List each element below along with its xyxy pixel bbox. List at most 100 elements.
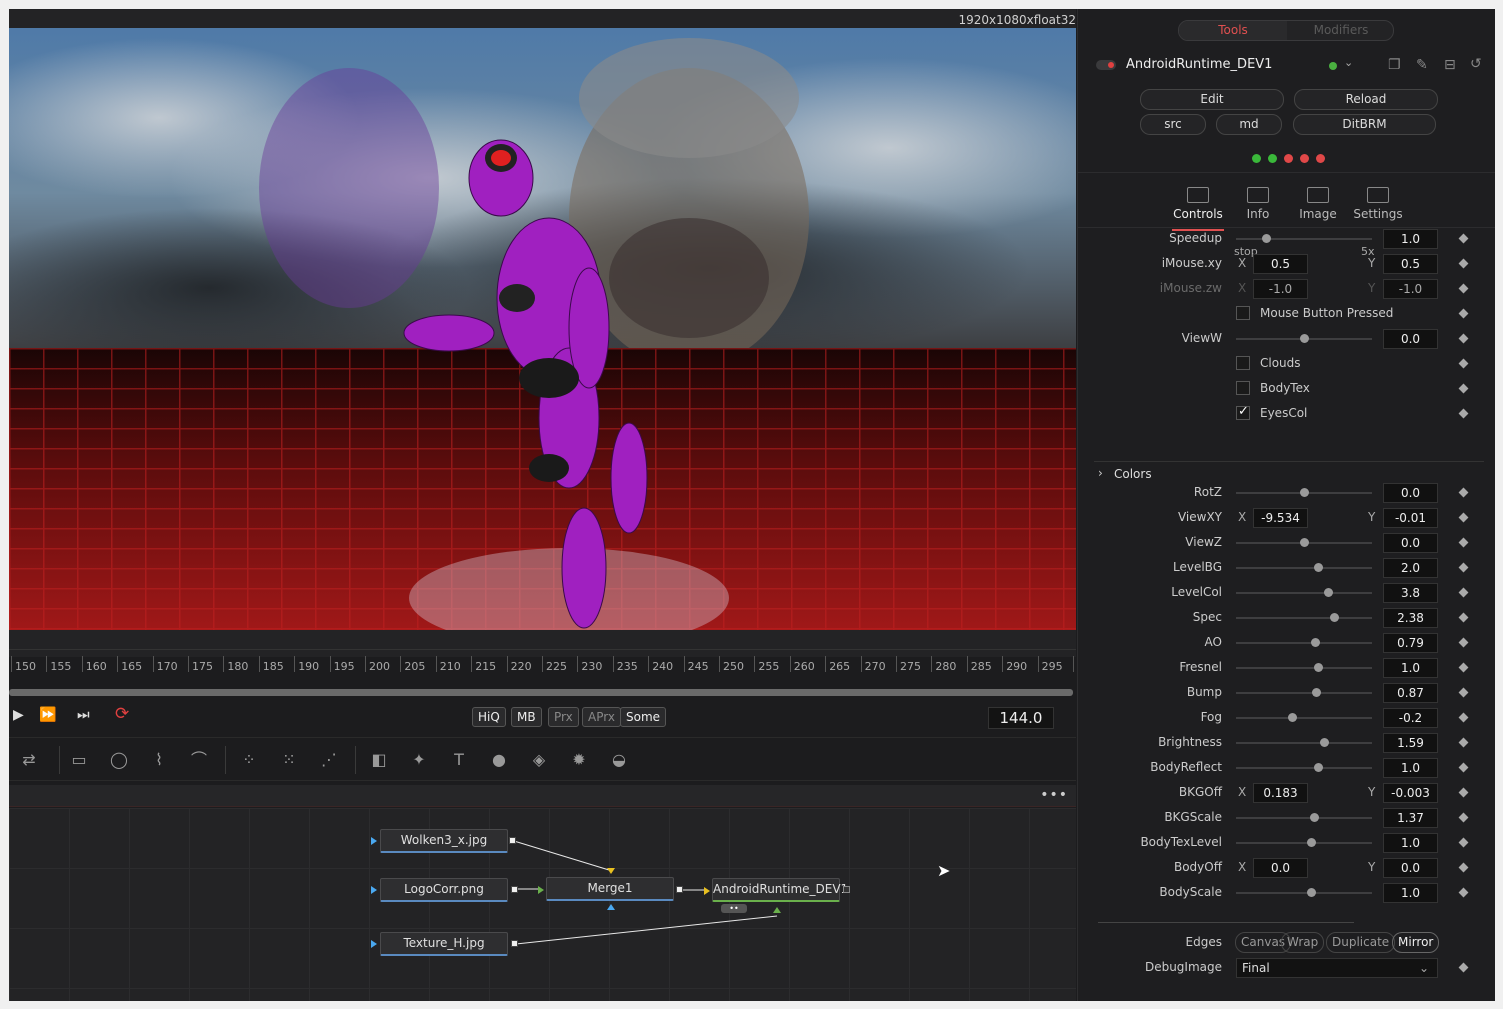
keyframe-icon[interactable]: [1458, 687, 1469, 698]
slider-track[interactable]: [1236, 688, 1372, 697]
slider-track[interactable]: [1236, 563, 1372, 572]
keyframe-icon[interactable]: [1458, 537, 1469, 548]
tool-enable-toggle[interactable]: [1096, 60, 1116, 70]
slider-knob[interactable]: [1300, 334, 1309, 343]
node-androidruntime[interactable]: AndroidRuntime_DEV1: [712, 878, 848, 902]
node-wolken[interactable]: Wolken3_x.jpg: [380, 829, 508, 853]
value-field[interactable]: 2.0: [1383, 558, 1438, 578]
value-field[interactable]: 1.37: [1383, 808, 1438, 828]
polygon-mask-icon[interactable]: ⌇: [149, 750, 169, 770]
y-value-field[interactable]: -0.003: [1383, 783, 1438, 803]
keyframe-icon[interactable]: [1458, 887, 1469, 898]
keyframe-icon[interactable]: [1458, 812, 1469, 823]
tab-tools[interactable]: Tools: [1179, 21, 1287, 40]
bspline-mask-icon[interactable]: ⌒: [189, 750, 209, 770]
y-value-field[interactable]: -1.0: [1383, 279, 1438, 299]
current-frame-field[interactable]: 144.0: [988, 707, 1054, 729]
more-options-icon[interactable]: •••: [1040, 787, 1068, 803]
slider-track[interactable]: [1236, 763, 1372, 772]
slider-track[interactable]: [1236, 888, 1372, 897]
rectangle-mask-icon[interactable]: ▭: [69, 750, 89, 770]
shape3d-icon[interactable]: ●: [489, 750, 509, 770]
edges-duplicate-button[interactable]: Duplicate: [1326, 932, 1396, 953]
keyframe-icon[interactable]: [1458, 487, 1469, 498]
keyframe-icon[interactable]: [1458, 587, 1469, 598]
cube-icon[interactable]: ◈: [529, 750, 549, 770]
value-field[interactable]: 0.87: [1383, 683, 1438, 703]
value-field[interactable]: -0.2: [1383, 708, 1438, 728]
node-merge1[interactable]: Merge1: [546, 877, 674, 901]
keyframe-icon[interactable]: [1458, 962, 1469, 973]
slider-knob[interactable]: [1312, 688, 1322, 697]
renderer3d-icon[interactable]: ◒: [609, 750, 629, 770]
tab-image[interactable]: Image: [1288, 187, 1348, 221]
value-field[interactable]: 1.0: [1383, 758, 1438, 778]
timeline-scrubber[interactable]: [9, 689, 1073, 696]
slider-knob[interactable]: [1329, 613, 1339, 622]
value-field[interactable]: 0.0: [1383, 483, 1438, 503]
merge-background-input[interactable]: [607, 868, 615, 874]
checkbox[interactable]: [1236, 404, 1250, 420]
tab-settings[interactable]: Settings: [1348, 187, 1408, 221]
keyframe-icon[interactable]: [1458, 283, 1469, 294]
slider-track[interactable]: [1236, 738, 1372, 747]
window-icon[interactable]: ❐: [1388, 57, 1401, 73]
keyframe-icon[interactable]: [1458, 308, 1469, 319]
value-field[interactable]: 1.0: [1383, 883, 1438, 903]
runtime-input[interactable]: [704, 887, 710, 895]
edit-button[interactable]: Edit: [1140, 89, 1284, 110]
text3d-icon[interactable]: T: [449, 750, 469, 770]
fast-forward-icon[interactable]: ⏩: [39, 707, 56, 723]
node-texture[interactable]: Texture_H.jpg: [380, 932, 508, 956]
slider-track[interactable]: [1236, 334, 1372, 343]
slider-knob[interactable]: [1309, 813, 1319, 822]
colors-section-header[interactable]: › Colors: [1094, 461, 1484, 483]
slider-track[interactable]: [1236, 488, 1372, 497]
play-icon[interactable]: ▶: [13, 707, 24, 723]
keyframe-icon[interactable]: [1458, 612, 1469, 623]
slider-knob[interactable]: [1306, 838, 1316, 847]
chevron-down-icon[interactable]: ⌄: [1344, 56, 1353, 69]
edges-wrap-button[interactable]: Wrap: [1281, 932, 1325, 953]
merge3d-icon[interactable]: ✦: [409, 750, 429, 770]
slider-knob[interactable]: [1313, 663, 1323, 672]
hiq-button[interactable]: HiQ: [472, 707, 506, 727]
slider-knob[interactable]: [1320, 738, 1330, 747]
node-editor[interactable]: Wolken3_x.jpg LogoCorr.png Merge1 Androi…: [9, 808, 1076, 1001]
slider-track[interactable]: [1236, 234, 1372, 243]
keyframe-icon[interactable]: [1458, 383, 1469, 394]
x-value-field[interactable]: -1.0: [1253, 279, 1308, 299]
md-button[interactable]: md: [1216, 114, 1282, 135]
slider-track[interactable]: [1236, 838, 1372, 847]
x-value-field[interactable]: -9.534: [1253, 508, 1308, 528]
slider-knob[interactable]: [1324, 588, 1334, 597]
value-field[interactable]: 1.59: [1383, 733, 1438, 753]
value-field[interactable]: 3.8: [1383, 583, 1438, 603]
output-port[interactable]: [843, 886, 850, 893]
value-field[interactable]: 0.0: [1383, 533, 1438, 553]
lock-icon[interactable]: ⊟: [1444, 57, 1456, 73]
keyframe-icon[interactable]: [1458, 737, 1469, 748]
slider-knob[interactable]: [1300, 488, 1309, 497]
value-field[interactable]: 1.0: [1383, 833, 1438, 853]
tab-info[interactable]: Info: [1228, 187, 1288, 221]
input-port[interactable]: [371, 940, 377, 948]
node-logocorr[interactable]: LogoCorr.png: [380, 878, 508, 902]
slider-track[interactable]: [1236, 663, 1372, 672]
slider-knob[interactable]: [1310, 638, 1320, 647]
slider-track[interactable]: [1236, 638, 1372, 647]
some-button[interactable]: Some: [620, 707, 667, 727]
checkbox[interactable]: [1236, 381, 1250, 395]
timeline-ruler[interactable]: 150 155 160 165 170 175 180 185 190 195 200 205 210 2…: [9, 649, 1084, 681]
y-value-field[interactable]: -0.01: [1383, 508, 1438, 528]
input-port[interactable]: [371, 837, 377, 845]
prx-button[interactable]: Prx: [548, 707, 579, 727]
output-port[interactable]: [509, 837, 516, 844]
keyframe-icon[interactable]: [1458, 233, 1469, 244]
tab-modifiers[interactable]: Modifiers: [1287, 21, 1393, 40]
loop-icon[interactable]: ⟳: [115, 704, 129, 724]
src-button[interactable]: src: [1140, 114, 1206, 135]
merge-foreground-input[interactable]: [538, 886, 544, 894]
cycle-icon[interactable]: ⇄: [19, 750, 39, 770]
slider-knob[interactable]: [1313, 763, 1323, 772]
